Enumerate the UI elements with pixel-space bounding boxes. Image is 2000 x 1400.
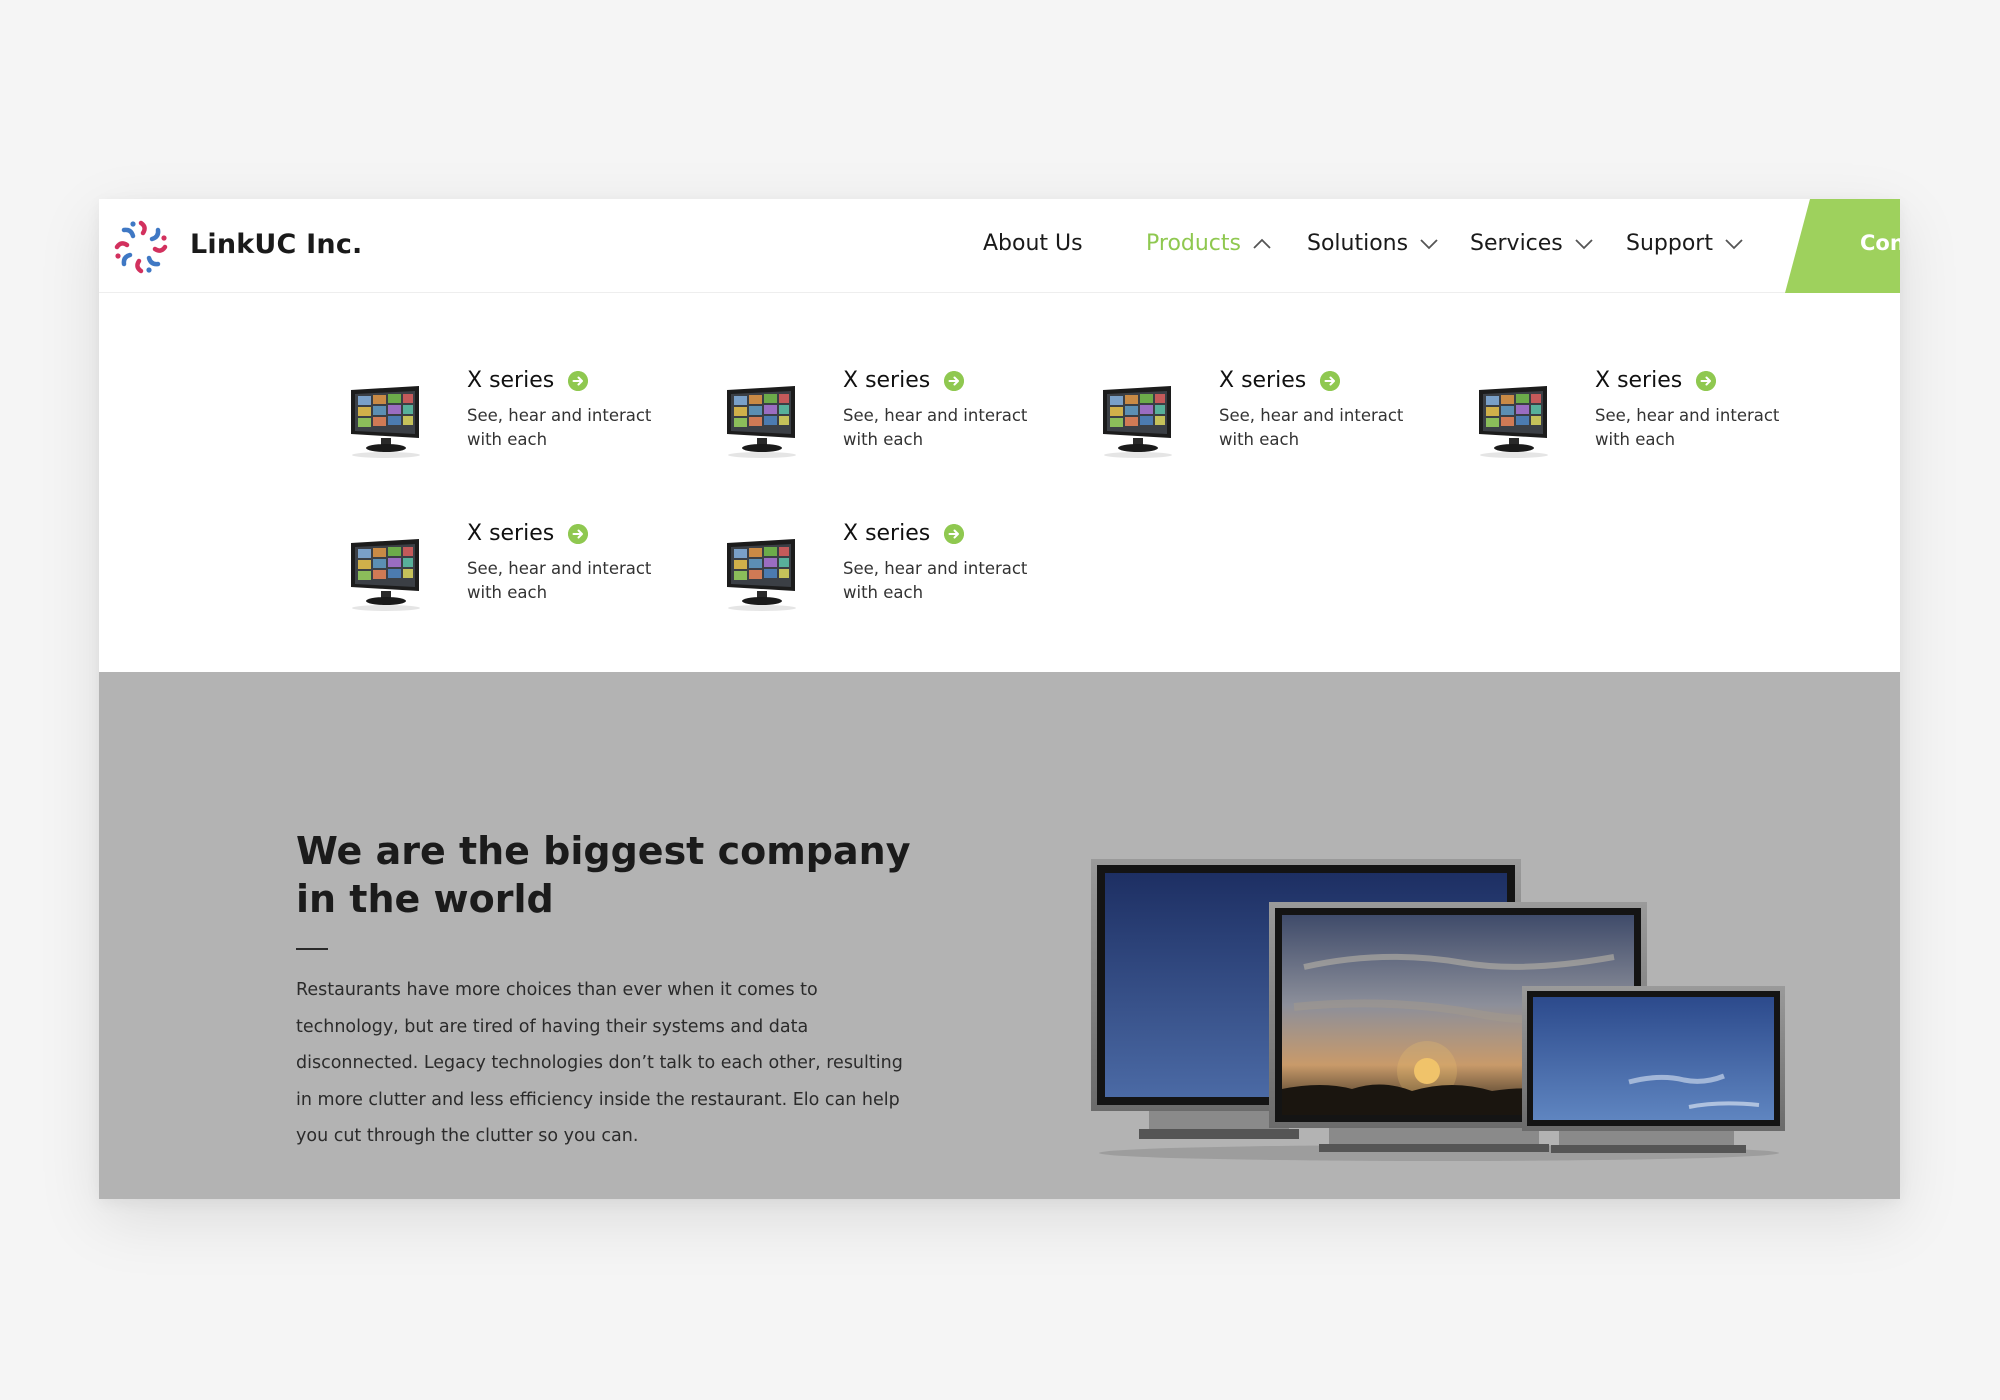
product-item[interactable]: X series See, hear and interact with eac… (345, 521, 705, 631)
hero-title: We are the biggest company in the world (296, 829, 911, 921)
arrow-right-circle-icon (568, 370, 589, 391)
monitor-product-image (1473, 382, 1555, 462)
product-title-text: X series (843, 368, 931, 393)
arrow-right-circle-icon (1320, 370, 1341, 391)
product-title: X series (843, 368, 965, 393)
product-title-text: X series (467, 368, 555, 393)
product-description: See, hear and interact with each (1595, 406, 1780, 449)
products-dropdown-menu: X series See, hear and interact with eac… (99, 293, 1900, 672)
nav-solutions[interactable]: Solutions (1307, 231, 1438, 256)
page-frame: LinkUC Inc. About Us Products Solutions … (99, 199, 1900, 1199)
product-title-text: X series (1219, 368, 1307, 393)
monitor-product-image (345, 382, 427, 462)
product-item[interactable]: X series See, hear and interact with eac… (721, 368, 1081, 478)
hero-displays-image (1091, 859, 1785, 1161)
product-title-text: X series (467, 521, 555, 546)
product-title: X series (1595, 368, 1717, 393)
contact-button-label[interactable]: Con (1860, 231, 1900, 255)
product-description: See, hear and interact with each (467, 406, 652, 449)
hero-body-text: Restaurants have more choices than ever … (296, 980, 903, 1146)
arrow-right-circle-icon (1696, 370, 1717, 391)
product-title-text: X series (843, 521, 931, 546)
monitor-product-image (1097, 382, 1179, 462)
product-title: X series (1219, 368, 1341, 393)
product-description: See, hear and interact with each (843, 406, 1028, 449)
nav-label: Solutions (1307, 231, 1409, 256)
product-title-text: X series (1595, 368, 1683, 393)
product-description: See, hear and interact with each (467, 559, 652, 602)
nav-services[interactable]: Services (1470, 231, 1593, 256)
product-item[interactable]: X series See, hear and interact with eac… (721, 521, 1081, 631)
product-item[interactable]: X series See, hear and interact with eac… (1473, 368, 1833, 478)
chevron-up-icon (1253, 238, 1271, 250)
nav-label: Support (1626, 231, 1713, 256)
nav-label: About Us (983, 231, 1083, 256)
hero-divider (296, 948, 328, 950)
product-title: X series (467, 521, 589, 546)
hero-section: We are the biggest company in the world … (99, 672, 1900, 1199)
nav-products[interactable]: Products (1146, 231, 1271, 256)
chevron-down-icon (1420, 238, 1438, 250)
site-header: LinkUC Inc. About Us Products Solutions … (99, 199, 1900, 293)
product-description: See, hear and interact with each (1219, 406, 1404, 449)
product-item[interactable]: X series See, hear and interact with eac… (345, 368, 705, 478)
product-title: X series (467, 368, 589, 393)
nav-label: Products (1146, 231, 1241, 256)
nav-support[interactable]: Support (1626, 231, 1743, 256)
arrow-right-circle-icon (944, 370, 965, 391)
monitor-product-image (721, 535, 803, 615)
chevron-down-icon (1575, 238, 1593, 250)
product-title: X series (843, 521, 965, 546)
arrow-right-circle-icon (944, 523, 965, 544)
chevron-down-icon (1725, 238, 1743, 250)
brand-name[interactable]: LinkUC Inc. (190, 229, 363, 260)
monitor-product-image (345, 535, 427, 615)
nav-label: Services (1470, 231, 1563, 256)
product-description: See, hear and interact with each (843, 559, 1028, 602)
logo-icon[interactable] (111, 217, 171, 277)
product-item[interactable]: X series See, hear and interact with eac… (1097, 368, 1457, 478)
nav-about-us[interactable]: About Us (983, 231, 1083, 256)
monitor-product-image (721, 382, 803, 462)
arrow-right-circle-icon (568, 523, 589, 544)
